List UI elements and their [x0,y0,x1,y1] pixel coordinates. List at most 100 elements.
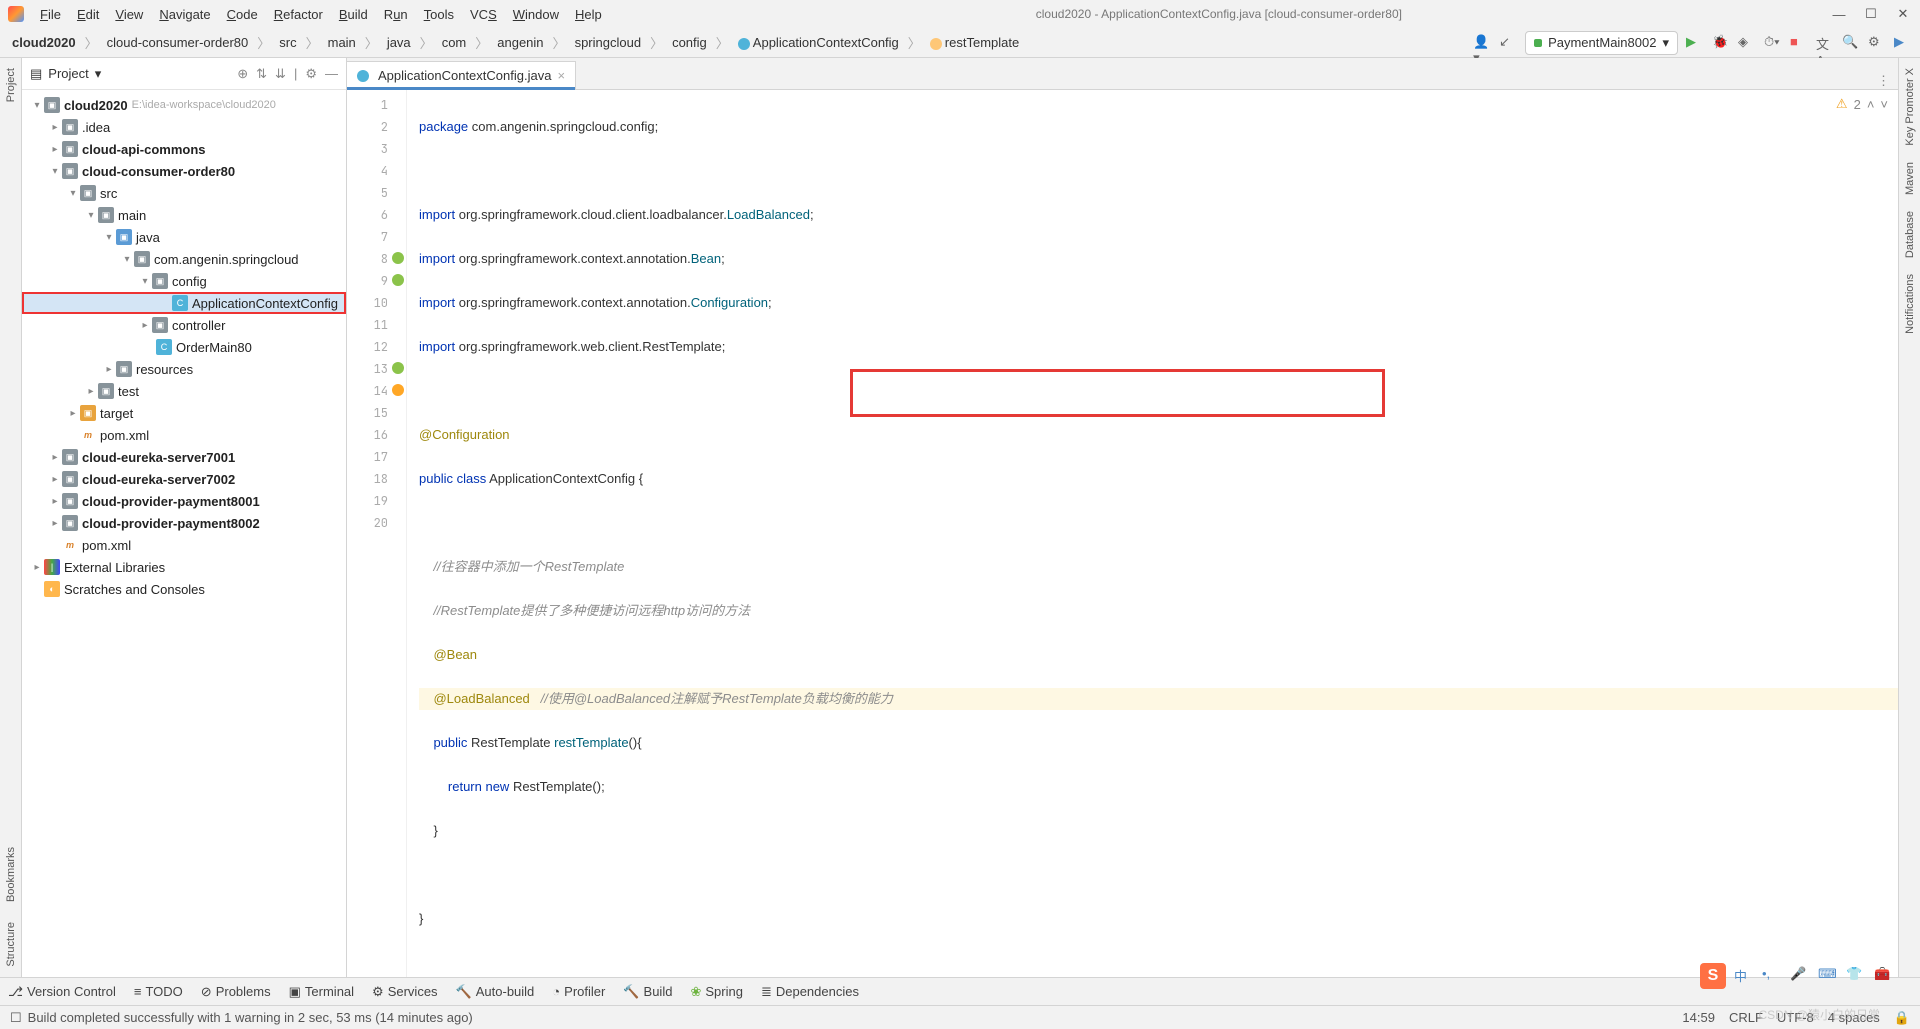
tool-maven[interactable]: Maven [1904,162,1916,195]
tool-notifications[interactable]: Notifications [1904,274,1916,334]
bc-root[interactable]: cloud2020 [8,33,80,52]
tree-eureka2[interactable]: ▸▣cloud-eureka-server7002 [22,468,346,490]
ime-keyboard-icon[interactable]: ⌨ [1818,966,1838,986]
bean-gutter-icon[interactable] [392,362,404,374]
translate-icon[interactable]: 文A [1816,34,1834,52]
tree-api-commons[interactable]: ▸▣cloud-api-commons [22,138,346,160]
menu-code[interactable]: Code [221,5,264,24]
back-icon[interactable]: ↙ [1499,34,1517,52]
tab-deps[interactable]: ≣Dependencies [761,984,859,1000]
ime-punct-icon[interactable]: •, [1762,966,1782,986]
project-tree[interactable]: ▾▣cloud2020E:\idea-workspace\cloud2020 ▸… [22,90,346,977]
profile-icon[interactable]: ⏱▾ [1764,34,1782,52]
menu-window[interactable]: Window [507,5,565,24]
tab-build[interactable]: 🔨Build [623,984,672,1000]
tab-profiler[interactable]: ◔Profiler [552,984,605,999]
tab-vcs[interactable]: ⎇Version Control [8,984,116,1000]
settings-icon[interactable]: ⚙ [1868,34,1886,52]
ime-toolbox-icon[interactable]: 🧰 [1874,966,1894,986]
menu-run[interactable]: Run [378,5,414,24]
tree-config[interactable]: ▾▣config [22,270,346,292]
run-config-selector[interactable]: PaymentMain8002 ▾ [1525,31,1678,55]
minimize-button[interactable]: — [1830,5,1848,23]
tree-idea[interactable]: ▸▣.idea [22,116,346,138]
tool-database[interactable]: Database [1904,211,1916,258]
debug-icon[interactable]: 🐞 [1712,34,1730,52]
tab-services[interactable]: ⚙Services [372,984,438,1000]
menu-help[interactable]: Help [569,5,608,24]
tool-project[interactable]: Project [5,68,17,102]
tree-consumer[interactable]: ▾▣cloud-consumer-order80 [22,160,346,182]
ime-mic-icon[interactable]: 🎤 [1790,966,1810,986]
user-icon[interactable]: 👤▾ [1473,34,1491,52]
bc-com[interactable]: com [438,33,471,52]
bc-main[interactable]: main [324,33,360,52]
tree-extlib[interactable]: ▸|External Libraries [22,556,346,578]
tree-root[interactable]: ▾▣cloud2020E:\idea-workspace\cloud2020 [22,94,346,116]
menu-navigate[interactable]: Navigate [153,5,216,24]
code-editor[interactable]: package com.angenin.springcloud.config; … [407,90,1898,977]
coverage-icon[interactable]: ◈ [1738,34,1756,52]
tree-appcontext[interactable]: CApplicationContextConfig [22,292,346,314]
close-icon[interactable]: × [557,68,565,83]
editor-body[interactable]: ⚠ 2 ˄ ˅ 123 456 7 8 9 101112 13 14 15161… [347,90,1898,977]
tool-bookmarks[interactable]: Bookmarks [5,847,17,902]
tree-payment1[interactable]: ▸▣cloud-provider-payment8001 [22,490,346,512]
menu-view[interactable]: View [109,5,149,24]
ime-sogou-icon[interactable]: S [1700,963,1726,989]
tree-package[interactable]: ▾▣com.angenin.springcloud [22,248,346,270]
tab-problems[interactable]: ⊘Problems [201,984,271,1000]
tab-menu-icon[interactable]: ⋮ [1869,73,1898,89]
bc-src[interactable]: src [275,33,300,52]
bc-java[interactable]: java [383,33,415,52]
tree-pom1[interactable]: mpom.xml [22,424,346,446]
expand-icon[interactable]: ⇅ [256,66,267,82]
tree-resources[interactable]: ▸▣resources [22,358,346,380]
target-icon[interactable]: ⊕ [237,66,248,82]
bc-method[interactable]: restTemplate [926,33,1023,52]
menu-vcs[interactable]: VCS [464,5,503,24]
ime-person-icon[interactable]: 👕 [1846,966,1866,986]
run-icon[interactable]: ▶ [1686,34,1704,52]
bc-module[interactable]: cloud-consumer-order80 [103,33,253,52]
tree-java[interactable]: ▾▣java [22,226,346,248]
bc-angenin[interactable]: angenin [493,33,547,52]
tab-todo[interactable]: ≡TODO [134,984,183,999]
hide-icon[interactable]: — [325,66,338,82]
tree-main[interactable]: ▾▣main [22,204,346,226]
tree-controller[interactable]: ▸▣controller [22,314,346,336]
lock-icon[interactable]: 🔒 [1894,1010,1910,1026]
maximize-button[interactable]: ☐ [1862,5,1880,23]
tab-terminal[interactable]: ▣Terminal [289,984,354,1000]
menu-edit[interactable]: Edit [71,5,105,24]
stop-icon[interactable]: ■ [1790,34,1808,52]
close-button[interactable]: ✕ [1894,5,1912,23]
tab-autobuild[interactable]: 🔨Auto-build [456,984,535,1000]
bc-config[interactable]: config [668,33,711,52]
search-icon[interactable]: 🔍 [1842,34,1860,52]
menu-tools[interactable]: Tools [418,5,460,24]
tree-pom2[interactable]: mpom.xml [22,534,346,556]
tree-ordermain[interactable]: COrderMain80 [22,336,346,358]
bulb-icon[interactable] [392,384,404,396]
menu-refactor[interactable]: Refactor [268,5,329,24]
tree-eureka1[interactable]: ▸▣cloud-eureka-server7001 [22,446,346,468]
tree-payment2[interactable]: ▸▣cloud-provider-payment8002 [22,512,346,534]
tab-spring[interactable]: ❀Spring [690,984,742,1000]
run-gutter-icon[interactable] [392,252,404,264]
menu-file[interactable]: File [34,5,67,24]
chevron-down-icon[interactable]: ▾ [95,66,102,82]
editor-tab[interactable]: ApplicationContextConfig.java × [347,61,576,89]
tool-keypromoter[interactable]: Key Promoter X [1904,68,1916,146]
tree-test[interactable]: ▸▣test [22,380,346,402]
tool-structure[interactable]: Structure [5,922,17,967]
bc-class[interactable]: ApplicationContextConfig [734,33,903,52]
tree-target[interactable]: ▸▣target [22,402,346,424]
tree-src[interactable]: ▾▣src [22,182,346,204]
run-gutter-icon[interactable] [392,274,404,286]
bc-springcloud[interactable]: springcloud [571,33,646,52]
ime-lang-icon[interactable]: 中 [1734,966,1754,986]
gear-icon[interactable]: ⚙ [305,66,317,82]
tree-scratch[interactable]: ◐Scratches and Consoles [22,578,346,600]
more-icon[interactable]: ▶ [1894,34,1912,52]
